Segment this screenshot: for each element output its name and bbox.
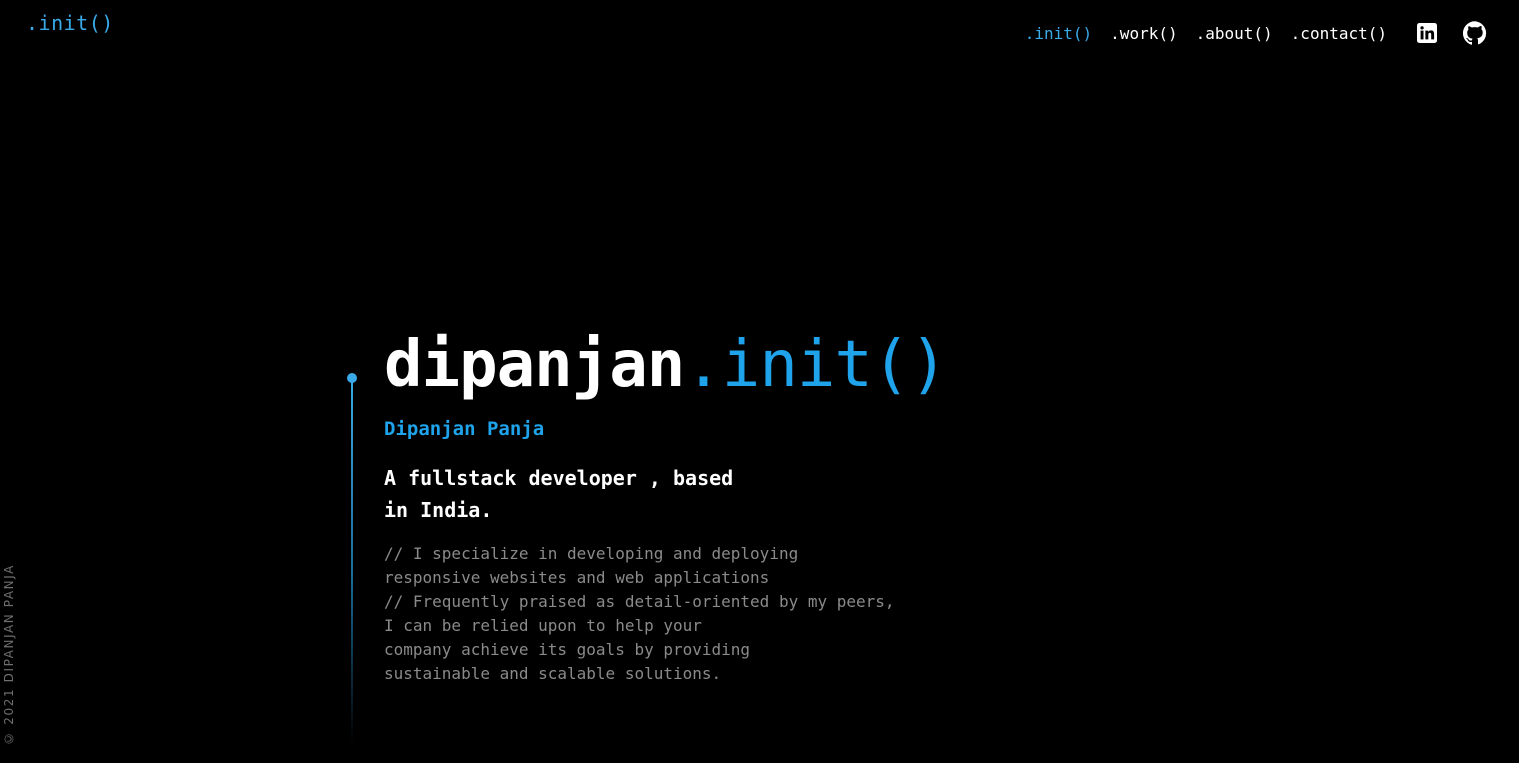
hero-subtitle: Dipanjan Panja [384, 418, 545, 440]
hero-title-accent: .init() [684, 328, 948, 402]
description-line: // Frequently praised as detail-oriented… [384, 592, 895, 611]
github-icon [1463, 21, 1487, 45]
timeline-line [351, 378, 353, 744]
copyright: © 2021 DIPANJAN PANJA [2, 564, 20, 746]
linkedin-icon [1417, 23, 1437, 43]
nav-link-about[interactable]: .about() [1196, 24, 1273, 43]
description-line: responsive websites and web applications [384, 568, 770, 587]
description-line: // I specialize in developing and deploy… [384, 544, 799, 563]
tagline-line: A fullstack developer , based [384, 466, 734, 490]
description-line: company achieve its goals by providing [384, 640, 751, 659]
description-line: sustainable and scalable solutions. [384, 664, 722, 683]
hero-tagline: A fullstack developer , based in India. [384, 462, 764, 526]
nav-link-init[interactable]: .init() [1025, 24, 1092, 43]
timeline-dot [347, 373, 357, 383]
nav-link-contact[interactable]: .contact() [1291, 24, 1387, 43]
page: .init() .init() .work() .about() .contac… [0, 0, 1519, 763]
hero-title-name: dipanjan [384, 328, 685, 402]
linkedin-link[interactable] [1417, 23, 1437, 43]
main-nav: .init() .work() .about() .contact() [1025, 20, 1487, 46]
description-line: I can be relied upon to help your [384, 616, 702, 635]
tagline-line: in India. [384, 498, 493, 522]
github-link[interactable] [1463, 21, 1487, 45]
hero-description: // I specialize in developing and deploy… [384, 542, 895, 686]
nav-link-work[interactable]: .work() [1110, 24, 1177, 43]
hero-title: dipanjan.init() [384, 326, 948, 404]
site-logo[interactable]: .init() [26, 11, 114, 35]
copyright-text: © 2021 DIPANJAN PANJA [2, 564, 16, 746]
